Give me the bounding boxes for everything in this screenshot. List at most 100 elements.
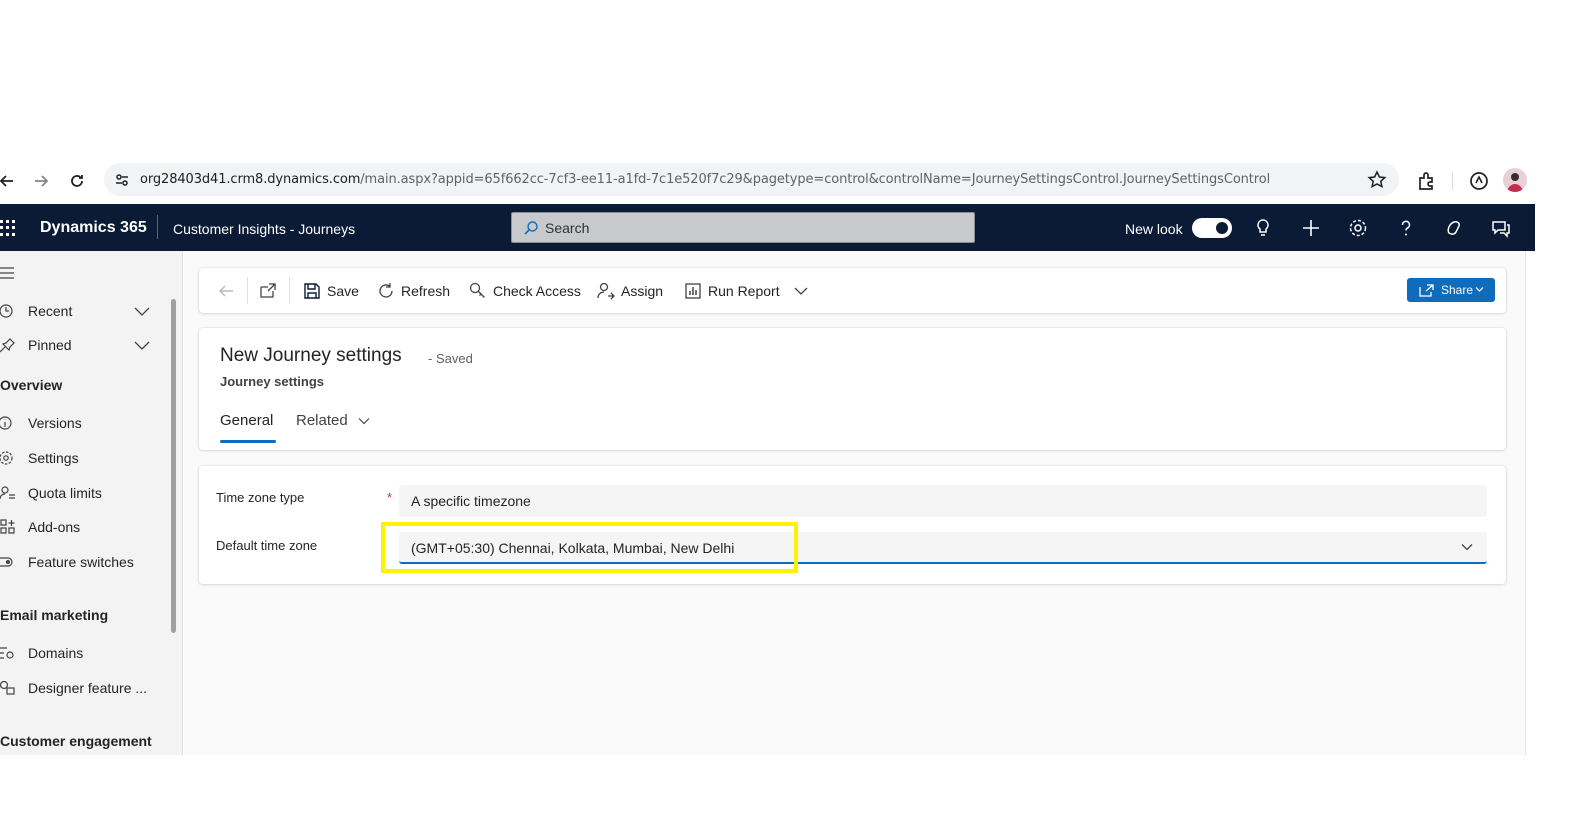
entity-name: Journey settings [220, 374, 325, 389]
pin-icon [0, 338, 15, 353]
command-separator [289, 277, 290, 304]
sidebar-group-customer-engagement: Customer engagement [0, 733, 152, 749]
default-timezone-label: Default time zone [216, 538, 318, 553]
tab-related[interactable]: Related [296, 412, 370, 442]
clock-icon [0, 304, 13, 318]
command-separator [247, 277, 248, 304]
site-info-icon[interactable] [113, 171, 131, 189]
sidebar-item-settings[interactable]: Settings [0, 442, 170, 474]
new-look-label: New look [1125, 221, 1183, 237]
chat-icon[interactable] [1490, 217, 1512, 239]
run-report-button[interactable]: Run Report [684, 268, 808, 313]
help-icon[interactable] [1395, 217, 1417, 239]
refresh-button[interactable]: Refresh [377, 268, 450, 313]
chevron-down-icon [134, 307, 150, 316]
assign-label: Assign [621, 282, 664, 299]
sidebar-item-label: Settings [28, 450, 79, 466]
copilot-icon[interactable] [1468, 170, 1490, 192]
active-tab-indicator [220, 440, 276, 443]
lightbulb-icon[interactable] [1252, 217, 1274, 239]
sidebar-scrollbar[interactable] [171, 299, 176, 633]
timezone-type-value: A specific timezone [411, 493, 531, 509]
back-button[interactable] [217, 268, 241, 313]
sidebar-item-versions[interactable]: Versions [0, 407, 170, 439]
refresh-icon [379, 282, 393, 298]
tab-label: General [220, 412, 274, 429]
address-bar[interactable]: org28403d41.crm8.dynamics.com/main.aspx?… [104, 163, 1399, 196]
toggle-icon [0, 557, 13, 567]
sidebar-group-overview: Overview [0, 377, 63, 393]
sidebar-item-feature-switches[interactable]: Feature switches [0, 546, 170, 578]
gear-icon[interactable] [1347, 217, 1369, 239]
new-look-toggle[interactable] [1192, 218, 1232, 238]
url-text: org28403d41.crm8.dynamics.com/main.aspx?… [140, 172, 1271, 187]
sidebar-item-add-ons[interactable]: Add-ons [0, 511, 170, 543]
reload-icon[interactable] [66, 170, 88, 192]
refresh-label: Refresh [401, 282, 451, 299]
domain-icon [0, 647, 14, 659]
person-list-icon [0, 486, 15, 500]
chevron-down-icon[interactable] [794, 286, 808, 296]
chevron-down-icon [358, 418, 370, 425]
right-edge-strip [1525, 251, 1535, 755]
sidebar-item-label: Pinned [28, 337, 72, 353]
open-new-window-button[interactable] [259, 268, 283, 313]
browser-toolbar: org28403d41.crm8.dynamics.com/main.aspx?… [0, 158, 1579, 204]
required-indicator: * [387, 490, 393, 505]
search-input[interactable]: Search [511, 212, 975, 243]
open-in-new-icon [260, 282, 276, 298]
share-label: Share [1441, 283, 1474, 297]
save-button[interactable]: Save [303, 268, 359, 313]
sidebar-item-recent[interactable]: Recent [0, 295, 170, 327]
default-timezone-select[interactable]: (GMT+05:30) Chennai, Kolkata, Mumbai, Ne… [399, 532, 1487, 564]
check-access-button[interactable]: Check Access [469, 268, 581, 313]
command-bar: Save Refresh Check Access Assign Run Rep… [199, 268, 1506, 313]
default-timezone-value: (GMT+05:30) Chennai, Kolkata, Mumbai, Ne… [411, 540, 735, 556]
bookmark-star-icon[interactable] [1367, 170, 1387, 190]
check-access-label: Check Access [493, 282, 581, 299]
person-arrow-icon [597, 282, 615, 299]
sidebar-item-pinned[interactable]: Pinned [0, 329, 170, 361]
sidebar-item-label: Designer feature ... [28, 680, 148, 696]
sidebar-item-designer-feature[interactable]: Designer feature ... [0, 672, 170, 704]
info-icon [0, 416, 12, 430]
sidebar-item-label: Versions [28, 415, 82, 431]
search-icon [524, 221, 538, 235]
forward-arrow-icon[interactable] [30, 170, 52, 192]
sidebar: Recent Pinned Overview Versions Settings… [0, 251, 183, 755]
chevron-down-icon [1461, 544, 1473, 551]
timezone-type-field[interactable]: A specific timezone [399, 485, 1487, 517]
app-header: Dynamics 365 Customer Insights - Journey… [0, 204, 1535, 251]
save-status: - Saved [428, 351, 473, 366]
app-launcher-icon[interactable] [0, 220, 16, 236]
tab-general[interactable]: General [220, 412, 273, 442]
sidebar-group-email-marketing: Email marketing [0, 607, 109, 623]
gear-icon [0, 451, 13, 465]
timezone-type-label: Time zone type [216, 490, 305, 505]
extensions-icon[interactable] [1416, 170, 1438, 192]
brand-title[interactable]: Dynamics 365 [40, 219, 147, 237]
sidebar-item-label: Domains [28, 645, 84, 661]
grid-add-icon [0, 519, 15, 534]
sidebar-item-label: Feature switches [28, 554, 134, 570]
copilot-icon[interactable] [1443, 217, 1465, 239]
back-arrow-icon[interactable] [0, 170, 18, 192]
sidebar-item-label: Quota limits [28, 485, 102, 501]
sidebar-item-domains[interactable]: Domains [0, 637, 170, 669]
page-title: New Journey settings [220, 345, 402, 366]
main-content: Save Refresh Check Access Assign Run Rep… [184, 251, 1525, 755]
hamburger-menu-icon[interactable] [0, 267, 16, 279]
assign-button[interactable]: Assign [597, 268, 663, 313]
share-button[interactable]: Share [1407, 278, 1495, 302]
sidebar-item-quota-limits[interactable]: Quota limits [0, 477, 170, 509]
run-report-label: Run Report [708, 282, 780, 299]
sidebar-item-label: Recent [28, 303, 73, 319]
app-name[interactable]: Customer Insights - Journeys [173, 221, 355, 237]
share-icon [1419, 284, 1434, 297]
shapes-icon [0, 680, 15, 695]
plus-icon[interactable] [1300, 217, 1322, 239]
profile-avatar[interactable] [1503, 168, 1527, 192]
key-search-icon [469, 282, 485, 298]
chevron-down-icon [1475, 287, 1484, 292]
back-arrow-icon [219, 285, 233, 296]
